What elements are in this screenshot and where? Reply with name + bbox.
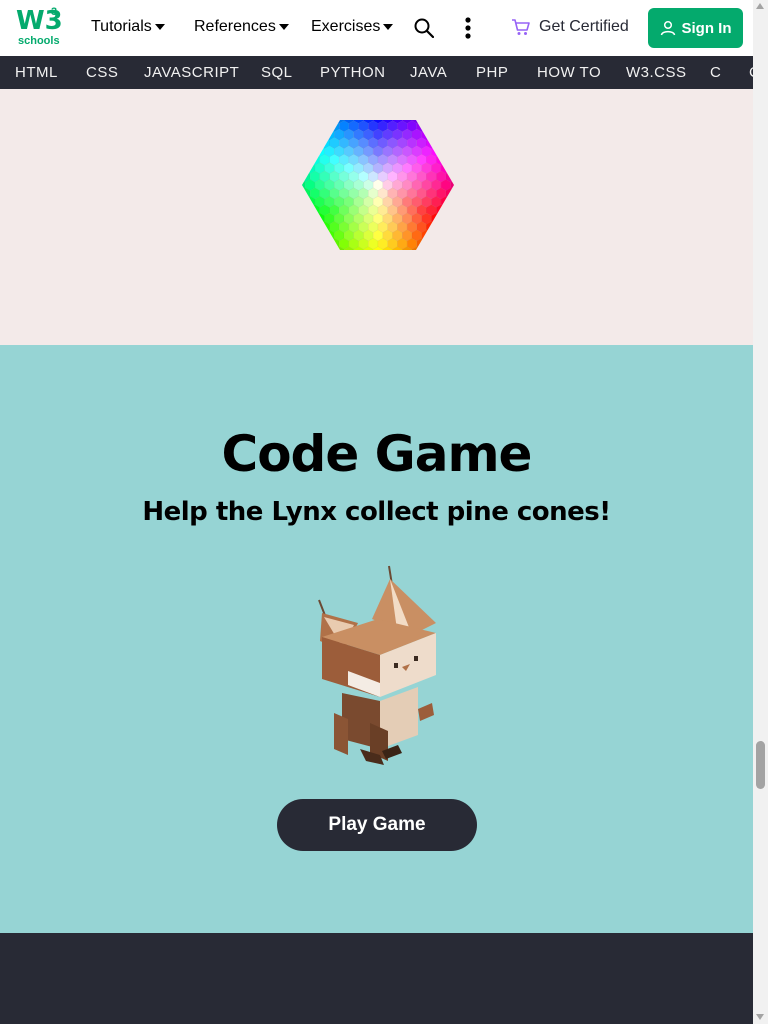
- color-cell[interactable]: [450, 195, 454, 208]
- color-cell[interactable]: [440, 145, 451, 158]
- color-cell[interactable]: [435, 221, 447, 233]
- code-game-subtitle: Help the Lynx collect pine cones!: [142, 497, 611, 527]
- color-cell[interactable]: [435, 137, 447, 149]
- sign-in-button[interactable]: Sign In: [648, 8, 743, 48]
- references-menu[interactable]: References: [194, 18, 289, 36]
- subject-sql[interactable]: SQL: [261, 64, 293, 81]
- sign-in-label: Sign In: [681, 19, 732, 37]
- user-icon: [660, 20, 675, 36]
- color-cell[interactable]: [314, 128, 325, 141]
- code-game-section: Code Game Help the Lynx collect pine con…: [0, 345, 753, 933]
- subject-howto[interactable]: HOW TO: [537, 64, 601, 81]
- color-cell[interactable]: [309, 137, 320, 149]
- code-game-title: Code Game: [221, 425, 533, 483]
- color-cell[interactable]: [445, 153, 454, 166]
- color-cell[interactable]: [302, 162, 306, 175]
- caret-down-icon: [278, 23, 289, 30]
- scroll-down-arrow-icon[interactable]: [756, 1014, 764, 1020]
- subject-php[interactable]: PHP: [476, 64, 508, 81]
- references-menu-label: References: [194, 18, 276, 35]
- color-cell[interactable]: [431, 229, 442, 242]
- color-cell[interactable]: [302, 204, 311, 217]
- subject-python[interactable]: PYTHON: [320, 64, 386, 81]
- logo-superscript: 3: [51, 6, 58, 18]
- play-game-button[interactable]: Play Game: [277, 799, 477, 851]
- cart-icon: [512, 19, 530, 35]
- color-cell[interactable]: [440, 212, 451, 225]
- logo-wordmark: schools: [18, 35, 60, 47]
- tutorials-menu-label: Tutorials: [91, 18, 152, 35]
- dark-section: [0, 933, 753, 1024]
- color-cell[interactable]: [305, 212, 316, 225]
- top-navbar: W3 3 schools Tutorials References Exerci…: [0, 0, 753, 56]
- page-scrollbar[interactable]: [753, 0, 768, 1024]
- color-cell[interactable]: [314, 229, 325, 242]
- get-certified-label: Get Certified: [539, 18, 629, 36]
- color-picker-section: [0, 89, 753, 345]
- subject-html[interactable]: HTML: [15, 64, 58, 81]
- w3schools-logo[interactable]: W3 3 schools: [16, 6, 63, 48]
- color-cell[interactable]: [305, 145, 316, 158]
- subject-css[interactable]: CSS: [86, 64, 118, 81]
- caret-down-icon: [154, 23, 165, 30]
- color-cell[interactable]: [302, 195, 306, 208]
- color-cell[interactable]: [445, 204, 454, 217]
- color-cell[interactable]: [302, 153, 311, 166]
- search-icon[interactable]: [414, 18, 434, 38]
- subject-w3css[interactable]: W3.CSS: [626, 64, 687, 81]
- exercises-menu-label: Exercises: [311, 18, 381, 35]
- more-vertical-icon[interactable]: [462, 16, 474, 40]
- tutorials-menu[interactable]: Tutorials: [91, 18, 165, 36]
- caret-down-icon: [383, 23, 394, 30]
- subject-navbar: HTML CSS JAVASCRIPT SQL PYTHON JAVA PHP …: [0, 56, 753, 89]
- color-cell[interactable]: [426, 237, 437, 250]
- subject-javascript[interactable]: JAVASCRIPT: [144, 64, 239, 81]
- scroll-up-arrow-icon[interactable]: [756, 3, 764, 9]
- color-cell[interactable]: [319, 120, 330, 133]
- color-cell[interactable]: [309, 221, 320, 233]
- subject-java[interactable]: JAVA: [410, 64, 447, 81]
- get-certified-link[interactable]: Get Certified: [511, 18, 629, 36]
- color-cell[interactable]: [450, 162, 454, 175]
- subject-c[interactable]: C: [710, 64, 721, 81]
- exercises-menu[interactable]: Exercises: [311, 18, 394, 36]
- color-cell[interactable]: [426, 120, 437, 133]
- color-cell[interactable]: [319, 237, 330, 250]
- color-cell[interactable]: [431, 128, 442, 141]
- color-hexagon-image[interactable]: [302, 120, 454, 250]
- scrollbar-thumb[interactable]: [756, 741, 765, 789]
- lynx-illustration: [318, 565, 436, 765]
